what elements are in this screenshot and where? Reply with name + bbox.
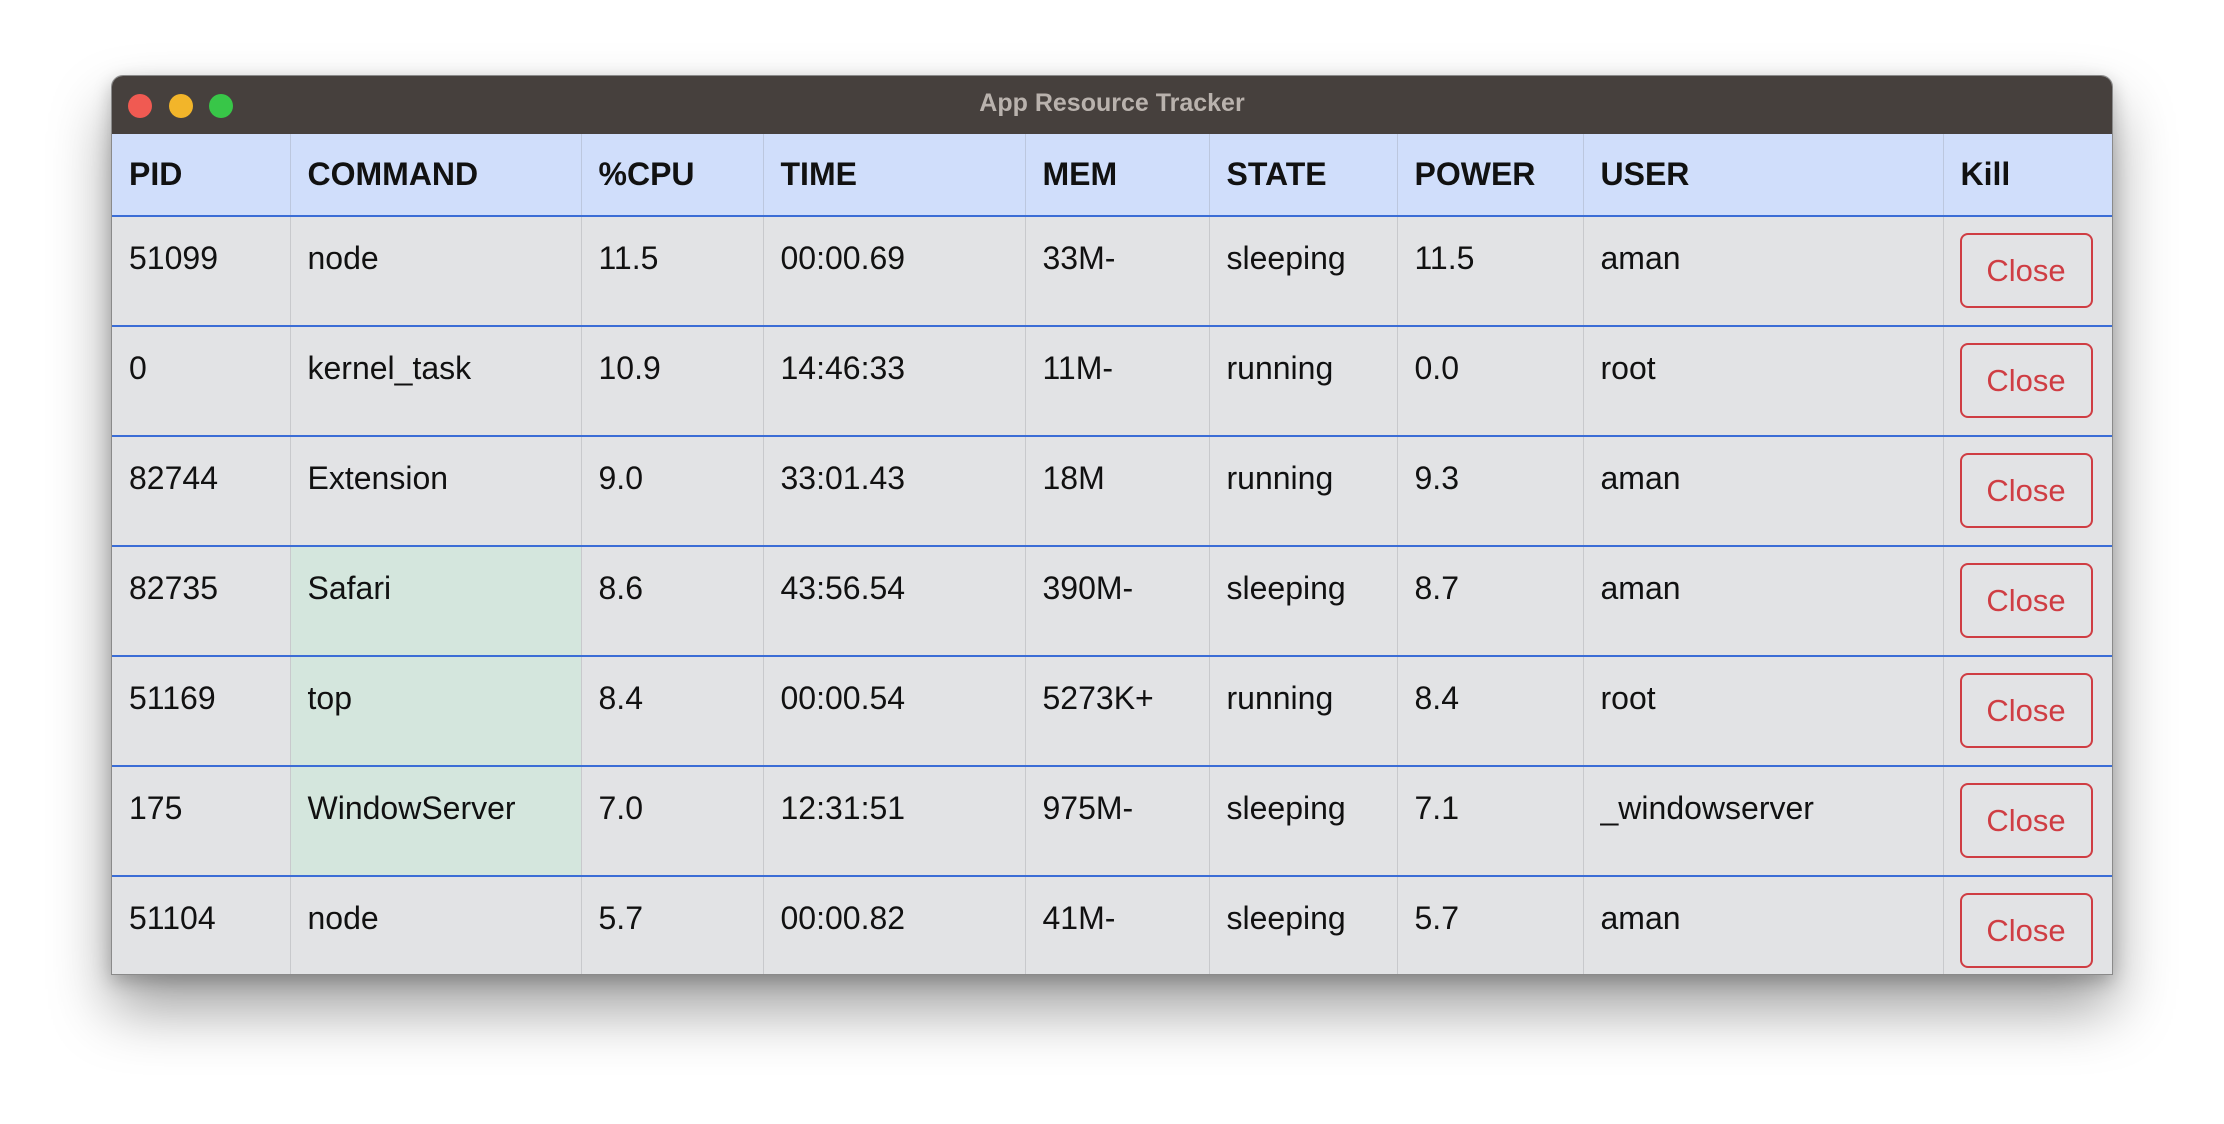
pid-cell: 82744 <box>112 436 291 547</box>
user-cell: aman <box>1583 216 1944 327</box>
state-cell: sleeping <box>1209 766 1398 877</box>
close-process-button[interactable]: Close <box>1959 563 2093 638</box>
mem-cell: 390M- <box>1025 546 1210 657</box>
table-row[interactable]: 51169 top 8.4 00:00.54 5273K+ running 8.… <box>112 656 2112 767</box>
close-process-button[interactable]: Close <box>1959 893 2093 968</box>
mem-cell: 18M <box>1025 436 1210 547</box>
app-window: App Resource Tracker PID COMMAND %CPU TI… <box>111 75 2113 975</box>
time-cell: 33:01.43 <box>763 436 1026 547</box>
close-process-button[interactable]: Close <box>1959 453 2093 528</box>
kill-cell: Close <box>1943 546 2112 657</box>
state-cell: sleeping <box>1209 546 1398 657</box>
mem-cell: 5273K+ <box>1025 656 1210 767</box>
close-process-button[interactable]: Close <box>1959 233 2093 308</box>
column-header-command[interactable]: COMMAND <box>290 134 582 217</box>
column-header-cpu[interactable]: %CPU <box>581 134 764 217</box>
process-table: PID COMMAND %CPU TIME MEM STATE POWER US… <box>112 134 2112 974</box>
column-header-kill[interactable]: Kill <box>1943 134 2112 217</box>
header-row: PID COMMAND %CPU TIME MEM STATE POWER US… <box>112 134 2112 217</box>
state-cell: running <box>1209 326 1398 437</box>
mem-cell: 33M- <box>1025 216 1210 327</box>
column-header-mem[interactable]: MEM <box>1025 134 1210 217</box>
power-cell: 5.7 <box>1397 876 1584 974</box>
table-row[interactable]: 175 WindowServer 7.0 12:31:51 975M- slee… <box>112 766 2112 877</box>
pid-cell: 0 <box>112 326 291 437</box>
window-title: App Resource Tracker <box>979 89 1245 117</box>
title-bar[interactable]: App Resource Tracker <box>112 76 2112 134</box>
pid-cell: 51104 <box>112 876 291 974</box>
power-cell: 11.5 <box>1397 216 1584 327</box>
user-cell: aman <box>1583 546 1944 657</box>
command-cell-highlighted: WindowServer <box>290 766 582 877</box>
kill-cell: Close <box>1943 436 2112 547</box>
power-cell: 8.4 <box>1397 656 1584 767</box>
kill-cell: Close <box>1943 216 2112 327</box>
user-cell: root <box>1583 656 1944 767</box>
table-row[interactable]: 82735 Safari 8.6 43:56.54 390M- sleeping… <box>112 546 2112 657</box>
command-cell: Extension <box>290 436 582 547</box>
column-header-pid[interactable]: PID <box>112 134 291 217</box>
power-cell: 0.0 <box>1397 326 1584 437</box>
column-header-user[interactable]: USER <box>1583 134 1944 217</box>
user-cell: aman <box>1583 436 1944 547</box>
column-header-power[interactable]: POWER <box>1397 134 1584 217</box>
power-cell: 9.3 <box>1397 436 1584 547</box>
time-cell: 00:00.82 <box>763 876 1026 974</box>
time-cell: 43:56.54 <box>763 546 1026 657</box>
pid-cell: 51169 <box>112 656 291 767</box>
column-header-state[interactable]: STATE <box>1209 134 1398 217</box>
kill-cell: Close <box>1943 766 2112 877</box>
mem-cell: 41M- <box>1025 876 1210 974</box>
kill-cell: Close <box>1943 326 2112 437</box>
table-row[interactable]: 82744 Extension 9.0 33:01.43 18M running… <box>112 436 2112 547</box>
time-cell: 12:31:51 <box>763 766 1026 877</box>
state-cell: running <box>1209 436 1398 547</box>
cpu-cell: 9.0 <box>581 436 764 547</box>
table-row[interactable]: 0 kernel_task 10.9 14:46:33 11M- running… <box>112 326 2112 437</box>
command-cell: kernel_task <box>290 326 582 437</box>
kill-cell: Close <box>1943 656 2112 767</box>
mem-cell: 975M- <box>1025 766 1210 877</box>
command-cell: node <box>290 876 582 974</box>
cpu-cell: 8.4 <box>581 656 764 767</box>
cpu-cell: 10.9 <box>581 326 764 437</box>
time-cell: 14:46:33 <box>763 326 1026 437</box>
close-process-button[interactable]: Close <box>1959 343 2093 418</box>
kill-cell: Close <box>1943 876 2112 974</box>
state-cell: sleeping <box>1209 216 1398 327</box>
state-cell: running <box>1209 656 1398 767</box>
cpu-cell: 5.7 <box>581 876 764 974</box>
user-cell: root <box>1583 326 1944 437</box>
command-cell: node <box>290 216 582 327</box>
user-cell: _windowserver <box>1583 766 1944 877</box>
command-cell-highlighted: Safari <box>290 546 582 657</box>
table-row[interactable]: 51104 node 5.7 00:00.82 41M- sleeping 5.… <box>112 876 2112 974</box>
cpu-cell: 11.5 <box>581 216 764 327</box>
user-cell: aman <box>1583 876 1944 974</box>
close-process-button[interactable]: Close <box>1959 783 2093 858</box>
time-cell: 00:00.69 <box>763 216 1026 327</box>
command-cell-highlighted: top <box>290 656 582 767</box>
pid-cell: 82735 <box>112 546 291 657</box>
column-header-time[interactable]: TIME <box>763 134 1026 217</box>
pid-cell: 51099 <box>112 216 291 327</box>
power-cell: 7.1 <box>1397 766 1584 877</box>
cpu-cell: 7.0 <box>581 766 764 877</box>
state-cell: sleeping <box>1209 876 1398 974</box>
power-cell: 8.7 <box>1397 546 1584 657</box>
mem-cell: 11M- <box>1025 326 1210 437</box>
time-cell: 00:00.54 <box>763 656 1026 767</box>
close-process-button[interactable]: Close <box>1959 673 2093 748</box>
table-row[interactable]: 51099 node 11.5 00:00.69 33M- sleeping 1… <box>112 216 2112 327</box>
pid-cell: 175 <box>112 766 291 877</box>
cpu-cell: 8.6 <box>581 546 764 657</box>
